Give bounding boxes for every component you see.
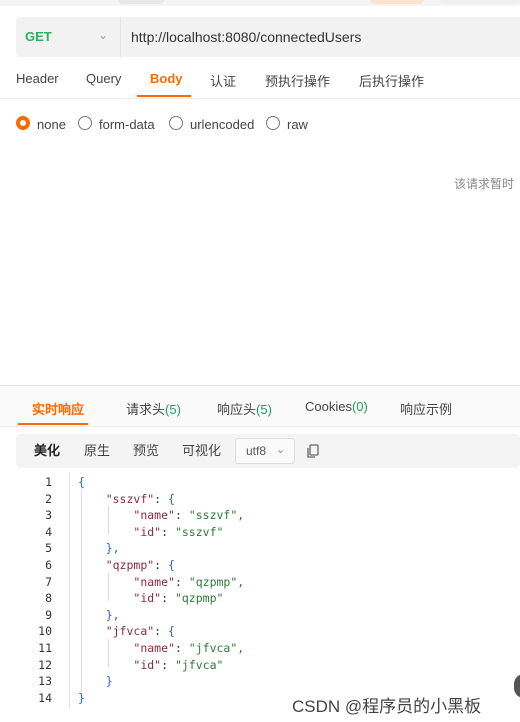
encoding-value: utf8	[246, 444, 267, 458]
active-tab-indicator	[18, 423, 88, 425]
radio-label: none	[37, 117, 66, 132]
code-line: }	[105, 674, 113, 689]
tab-response-example[interactable]: 响应示例	[400, 399, 452, 418]
watermark: CSDN @程序员的小黑板	[292, 697, 482, 716]
tab-body[interactable]: Body	[150, 71, 183, 86]
active-tab-indicator	[137, 95, 191, 97]
radio-icon	[78, 116, 92, 130]
line-number: 1	[45, 475, 52, 489]
tab-cookies[interactable]: Cookies(0)	[305, 399, 368, 414]
line-number: 14	[38, 690, 52, 705]
code-line: "name": "qzpmp",	[133, 574, 245, 589]
code-line: }	[78, 690, 85, 705]
request-tabs: Header Query Body 认证 预执行操作 后执行操作	[0, 60, 520, 99]
tab-query[interactable]: Query	[86, 71, 121, 86]
code-line: "id": "sszvf"	[133, 524, 224, 539]
tab-label: 实时响应	[32, 402, 85, 417]
request-line: GET ⌄ http://localhost:8080/connectedUse…	[16, 17, 520, 57]
radio-label: urlencoded	[190, 117, 255, 132]
code-line: },	[105, 541, 120, 556]
code-line: "id": "jfvca"	[133, 657, 224, 672]
line-number: 4	[45, 524, 52, 539]
radio-icon	[266, 116, 280, 130]
line-number: 13	[38, 674, 52, 689]
radio-icon	[169, 116, 183, 130]
tab-header[interactable]: Header	[16, 71, 59, 86]
body-type-radio-group: none form-data urlencoded raw	[16, 115, 516, 135]
view-pretty-button[interactable]: 美化	[34, 434, 60, 468]
line-number: 10	[38, 624, 52, 639]
line-number: 5	[45, 541, 52, 556]
tab-auth[interactable]: 认证	[210, 71, 236, 90]
tab-label: Cookies	[305, 399, 352, 414]
line-number: 12	[38, 657, 52, 672]
line-number: 3	[45, 508, 52, 523]
code-line: "jfvca": {	[105, 624, 175, 639]
top-tab-stub-accent[interactable]	[370, 0, 424, 4]
line-number: 2	[45, 491, 52, 506]
tab-label: 响应头	[217, 402, 257, 417]
tab-count: (5)	[165, 402, 181, 417]
code-line: },	[105, 607, 120, 622]
tab-request-headers[interactable]: 请求头(5)	[126, 399, 181, 418]
line-number: 8	[45, 591, 52, 606]
top-tab-strip	[0, 0, 520, 6]
method-select[interactable]: GET ⌄	[16, 17, 121, 57]
view-raw-button[interactable]: 原生	[84, 434, 110, 468]
radio-label: raw	[287, 117, 308, 132]
top-tab-stub[interactable]	[118, 0, 164, 4]
response-code-viewer[interactable]: 1 {2 "sszvf": { 3 "name": "sszvf", 4 "id": …	[0, 472, 520, 712]
radio-label: form-data	[99, 117, 155, 132]
code-line: "qzpmp": {	[105, 558, 175, 572]
tab-live-response[interactable]: 实时响应	[32, 399, 84, 418]
code-line: {	[78, 475, 85, 489]
method-label: GET	[25, 29, 52, 44]
tab-label: 请求头	[126, 402, 166, 417]
tab-count: (5)	[256, 402, 272, 417]
url-input[interactable]: http://localhost:8080/connectedUsers	[131, 29, 361, 45]
chevron-down-icon: ⌄	[276, 444, 286, 456]
tab-count: (0)	[351, 399, 368, 414]
tab-pre-request[interactable]: 预执行操作	[265, 71, 330, 90]
response-tabs: 实时响应 请求头(5) 响应头(5) Cookies(0) 响应示例	[0, 386, 520, 427]
tab-post-request[interactable]: 后执行操作	[359, 71, 424, 90]
view-preview-button[interactable]: 预览	[133, 434, 159, 468]
top-tab-stub[interactable]	[440, 0, 520, 4]
code-line: "name": "sszvf",	[133, 508, 245, 523]
encoding-select[interactable]: utf8 ⌄	[235, 438, 295, 464]
line-number: 6	[45, 558, 52, 572]
copy-icon[interactable]	[304, 442, 322, 460]
response-view-toolbar: 美化 原生 预览 可视化 utf8 ⌄	[16, 434, 520, 468]
line-number: 9	[45, 607, 52, 622]
line-number: 7	[45, 574, 52, 589]
line-number: 11	[38, 641, 52, 655]
radio-selected-icon	[16, 116, 30, 130]
chevron-down-icon: ⌄	[98, 28, 109, 42]
body-empty-note: 该请求暂时	[454, 177, 515, 191]
tab-response-headers[interactable]: 响应头(5)	[217, 399, 272, 418]
tab-label: 响应示例	[400, 402, 453, 417]
code-line: "sszvf": {	[105, 491, 175, 506]
code-line: "id": "qzpmp"	[133, 591, 224, 606]
view-visualize-button[interactable]: 可视化	[182, 434, 221, 468]
code-line: "name": "jfvca",	[133, 641, 245, 655]
